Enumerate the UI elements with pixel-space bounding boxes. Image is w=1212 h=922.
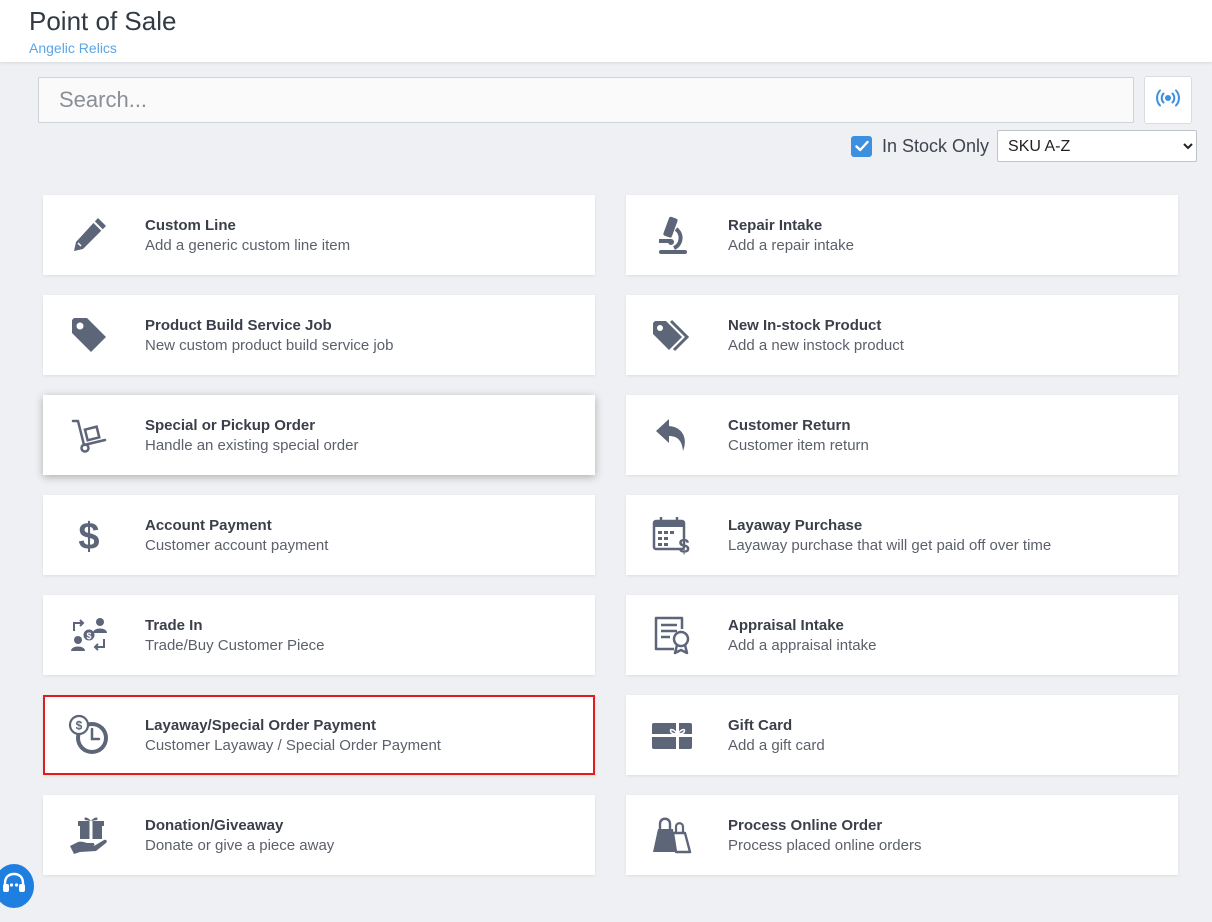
card-description: Handle an existing special order	[145, 437, 359, 454]
store-name-link[interactable]: Angelic Relics	[29, 40, 117, 56]
appraisal-intake-card[interactable]: Appraisal Intake Add a appraisal intake	[626, 595, 1178, 675]
card-title: Layaway/Special Order Payment	[145, 717, 376, 734]
product-build-service-job-card[interactable]: Product Build Service Job New custom pro…	[43, 295, 595, 375]
process-online-order-card[interactable]: Process Online Order Process placed onli…	[626, 795, 1178, 875]
in-stock-only-checkbox[interactable]	[851, 135, 872, 157]
card-title: Customer Return	[728, 417, 851, 434]
svg-text:$: $	[678, 536, 689, 555]
card-description: Customer account payment	[145, 537, 329, 554]
stock-filter-row: In Stock Only SKU A-Z	[851, 129, 1198, 163]
shopping-bag-icon	[650, 813, 694, 857]
search-input[interactable]	[38, 77, 1134, 123]
card-title: Process Online Order	[728, 817, 883, 834]
card-description: Customer Layaway / Special Order Payment	[145, 737, 441, 754]
account-payment-card[interactable]: $ Account Payment Customer account payme…	[43, 495, 595, 575]
in-stock-only-label[interactable]: In Stock Only	[882, 136, 989, 157]
gift-card-icon	[650, 713, 694, 757]
card-title: Layaway Purchase	[728, 517, 863, 534]
card-description: Layaway purchase that will get paid off …	[728, 537, 1052, 554]
calendar-dollar-icon: $	[650, 513, 694, 557]
card-title: Gift Card	[728, 717, 793, 734]
pencil-icon	[67, 213, 111, 257]
hand-truck-icon	[67, 413, 111, 457]
exchange-users-icon: $	[67, 613, 111, 657]
page-title: Point of Sale	[29, 6, 177, 36]
card-description: Customer item return	[728, 437, 869, 454]
scanner-button[interactable]	[1144, 76, 1192, 124]
card-title: New In-stock Product	[728, 317, 882, 334]
certificate-icon	[650, 613, 694, 657]
card-description: Donate or give a piece away	[145, 837, 335, 854]
reply-arrow-icon	[650, 413, 694, 457]
card-description: Add a gift card	[728, 737, 825, 754]
help-chat-button[interactable]	[0, 864, 34, 908]
customer-return-card[interactable]: Customer Return Customer item return	[626, 395, 1178, 475]
check-icon	[854, 140, 869, 152]
tags-icon	[650, 313, 694, 357]
page-header: Point of Sale Angelic Relics	[0, 0, 1212, 62]
trade-in-card[interactable]: $ Trade In Trade/Buy Customer Piece	[43, 595, 595, 675]
card-description: Add a generic custom line item	[145, 237, 351, 254]
card-title: Product Build Service Job	[145, 317, 332, 334]
dollar-icon: $	[67, 513, 111, 557]
card-description: New custom product build service job	[145, 337, 394, 354]
sort-select[interactable]: SKU A-Z	[997, 130, 1198, 162]
broadcast-icon	[1155, 89, 1181, 112]
card-title: Special or Pickup Order	[145, 417, 316, 434]
card-title: Trade In	[145, 617, 203, 634]
card-title: Custom Line	[145, 217, 236, 234]
svg-text:$: $	[86, 631, 91, 641]
new-instock-product-card[interactable]: New In-stock Product Add a new instock p…	[626, 295, 1178, 375]
svg-text:$: $	[76, 719, 83, 733]
gift-card-card[interactable]: Gift Card Add a gift card	[626, 695, 1178, 775]
card-title: Donation/Giveaway	[145, 817, 284, 834]
tag-icon	[67, 313, 111, 357]
microscope-icon	[650, 213, 694, 257]
hand-gift-icon	[67, 813, 111, 857]
card-description: Add a repair intake	[728, 237, 854, 254]
custom-line-card[interactable]: Custom Line Add a generic custom line it…	[43, 195, 595, 275]
headset-icon	[1, 871, 27, 902]
card-title: Repair Intake	[728, 217, 823, 234]
coin-clock-icon: $	[67, 713, 111, 757]
card-description: Add a appraisal intake	[728, 637, 877, 654]
svg-text:$: $	[78, 516, 99, 555]
card-title: Account Payment	[145, 517, 272, 534]
repair-intake-card[interactable]: Repair Intake Add a repair intake	[626, 195, 1178, 275]
card-description: Trade/Buy Customer Piece	[145, 637, 325, 654]
card-description: Process placed online orders	[728, 837, 922, 854]
card-description: Add a new instock product	[728, 337, 904, 354]
card-title: Appraisal Intake	[728, 617, 844, 634]
layaway-purchase-card[interactable]: $ Layaway Purchase Layaway purchase that…	[626, 495, 1178, 575]
layaway-special-order-payment-card[interactable]: $ Layaway/Special Order Payment Customer…	[43, 695, 595, 775]
special-or-pickup-order-card[interactable]: Special or Pickup Order Handle an existi…	[43, 395, 595, 475]
donation-giveaway-card[interactable]: Donation/Giveaway Donate or give a piece…	[43, 795, 595, 875]
